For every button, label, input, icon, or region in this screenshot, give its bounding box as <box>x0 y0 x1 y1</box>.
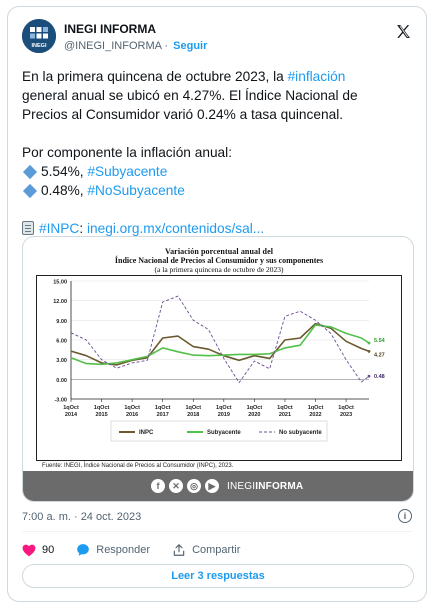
account-handle[interactable]: @INEGI_INFORMA <box>64 40 161 52</box>
brand-light: INEGI <box>227 480 256 492</box>
avatar-text: INEGI <box>32 43 47 49</box>
x-tick-label: 1qOct <box>216 405 232 411</box>
series-end-point <box>367 349 371 353</box>
external-link[interactable]: inegi.org.mx/contenidos/sal... <box>87 221 264 236</box>
y-tick-label: 12.00 <box>53 299 67 305</box>
y-tick-label: 15.00 <box>53 280 67 286</box>
like-count: 90 <box>42 544 55 556</box>
x-tick-label: 2022 <box>309 412 321 418</box>
chart-frame: 15.00 12.00 9.00 6.00 3.00 0.00 -3.00 1qOct 2014… <box>36 275 402 461</box>
instagram-icon: ◎ <box>187 479 201 493</box>
item1-value: 5.54%, <box>41 164 88 179</box>
x-tick-label: 1qOct <box>63 405 79 411</box>
legend-label: Subyacente <box>207 430 241 436</box>
chart-subtitle: (a la primera quincena de octubre de 202… <box>154 265 284 274</box>
x-tick-label: 1qOct <box>124 405 140 411</box>
brand-footer: f ✕ ◎ ▶ INEGIINFORMA <box>23 471 413 501</box>
x-tick-label: 2021 <box>279 412 291 418</box>
x-icon: ✕ <box>169 479 183 493</box>
document-icon <box>22 221 34 235</box>
hashtag-inpc[interactable]: #INPC <box>39 221 79 236</box>
brand-bold: INFORMA <box>255 480 304 492</box>
series-end-point <box>367 341 371 345</box>
share-label: Compartir <box>192 544 241 556</box>
youtube-icon: ▶ <box>205 479 219 493</box>
blue-diamond-icon <box>22 164 38 179</box>
x-tick-label: 2016 <box>126 412 138 418</box>
link-separator: : <box>79 221 87 236</box>
tweet-line-4: Por componente la inflación anual: <box>22 145 233 160</box>
timestamp[interactable]: 7:00 a. m. · 24 oct. 2023 <box>22 511 141 523</box>
item2-value: 0.48%, <box>41 183 88 198</box>
legend-label: No subyacente <box>279 430 322 436</box>
hashtag-inflacion[interactable]: #inflación <box>288 69 346 84</box>
reply-label: Responder <box>96 544 151 556</box>
blue-diamond-icon <box>22 183 38 198</box>
y-tick-label: 6.00 <box>56 339 67 345</box>
tweet-text: En la primera quincena de octubre 2023, … <box>22 67 417 238</box>
x-tick-label: 2017 <box>157 412 169 418</box>
y-tick-label: 0.00 <box>56 378 67 384</box>
social-icons: f ✕ ◎ ▶ INEGIINFORMA <box>151 478 303 494</box>
avatar[interactable]: INEGI <box>22 19 56 53</box>
handle-row: @INEGI_INFORMA · Seguir <box>64 40 207 52</box>
account-name[interactable]: INEGI INFORMA <box>64 22 156 36</box>
tweet-line-3: Precios al Consumidor varió 0.24% a tasa… <box>22 107 344 122</box>
inegi-logo-icon: INEGI <box>22 19 56 53</box>
share-icon <box>173 544 185 556</box>
x-tick-label: 1qOct <box>155 405 171 411</box>
tweet-header: INEGI INEGI INFORMA @INEGI_INFORMA · Seg… <box>22 19 412 59</box>
x-tick-label: 2014 <box>65 412 78 418</box>
y-tick-label: 9.00 <box>56 319 67 325</box>
chart-title-line-1: Variación porcentual anual del <box>164 247 274 256</box>
tweet-line-1: En la primera quincena de octubre 2023, … <box>22 69 288 84</box>
legend-label: INPC <box>139 430 154 436</box>
tweet-card: INEGI INEGI INFORMA @INEGI_INFORMA · Seg… <box>7 6 427 602</box>
data-label: 4.27 <box>374 352 385 358</box>
share-button[interactable]: Compartir <box>172 543 240 557</box>
hashtag-subyacente[interactable]: #Subyacente <box>87 164 167 179</box>
x-tick-label: 2020 <box>248 412 260 418</box>
x-tick-label: 2023 <box>340 412 352 418</box>
series-end-point <box>367 374 371 378</box>
action-bar: 90 Responder Compartir <box>22 541 262 559</box>
x-logo-icon[interactable] <box>395 23 412 40</box>
heart-icon <box>22 544 36 556</box>
x-tick-label: 1qOct <box>247 405 263 411</box>
data-label: 5.54 <box>374 338 386 344</box>
x-tick-label: 2018 <box>187 412 199 418</box>
x-tick-label: 1qOct <box>94 405 110 411</box>
x-tick-label: 1qOct <box>185 405 201 411</box>
x-tick-label: 2019 <box>218 412 230 418</box>
read-replies-button[interactable]: Leer 3 respuestas <box>22 564 414 588</box>
x-tick-label: 2015 <box>95 412 107 418</box>
chart-title-line-2: Índice Nacional de Precios al Consumidor… <box>114 256 324 265</box>
inflation-chart: 15.0012.009.006.003.000.00-3.001qOct2014… <box>53 280 386 442</box>
follow-button[interactable]: Seguir <box>173 40 207 52</box>
y-tick-label: 3.00 <box>56 358 67 364</box>
facebook-icon: f <box>151 479 165 493</box>
data-label: 0.48 <box>374 374 385 380</box>
divider <box>22 531 412 532</box>
x-tick-label: 1qOct <box>277 405 293 411</box>
info-icon[interactable]: i <box>398 509 412 523</box>
series-line-0 <box>70 322 370 366</box>
tweet-line-2: general anual se ubicó en 4.27%. El Índi… <box>22 88 358 103</box>
hashtag-nosubyacente[interactable]: #NoSubyacente <box>87 183 184 198</box>
y-tick-label: -3.00 <box>54 398 67 404</box>
chart-source: Fuente: INEGI, Índice Nacional de Precio… <box>42 463 234 469</box>
media-image[interactable]: Variación porcentual anual del Índice Na… <box>22 236 414 502</box>
series-line-2 <box>70 295 370 384</box>
like-button[interactable]: 90 <box>22 544 54 557</box>
x-tick-label: 1qOct <box>338 405 354 411</box>
series-line-1 <box>70 324 370 366</box>
x-tick-label: 1qOct <box>308 405 324 411</box>
reply-bubble-icon <box>77 544 90 556</box>
separator-dot: · <box>164 40 169 52</box>
brand-wordmark: INEGIINFORMA <box>227 481 303 492</box>
reply-button[interactable]: Responder <box>76 543 150 557</box>
